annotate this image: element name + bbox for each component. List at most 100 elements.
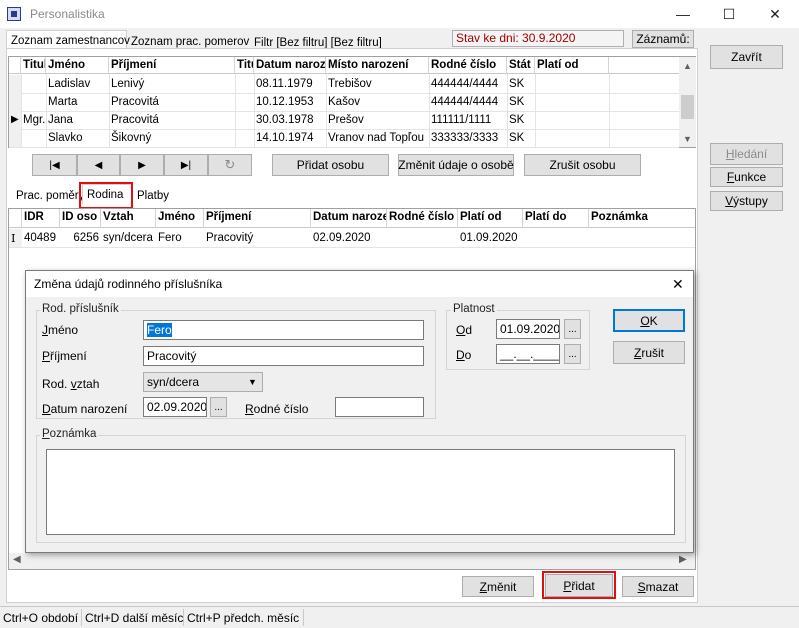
employee-cell-titul[interactable]: [21, 75, 46, 93]
col-prijmeni[interactable]: Příjmení: [109, 57, 235, 74]
zaznamu-button[interactable]: Záznamů:: [632, 30, 694, 48]
edit-person-button[interactable]: Změnit údaje o osobě: [398, 154, 514, 176]
col-family-do[interactable]: Platí do: [523, 209, 589, 228]
scroll-up-icon[interactable]: ▲: [679, 57, 696, 74]
employee-cell-plati[interactable]: [535, 93, 609, 111]
col-rc[interactable]: Rodné číslo: [429, 57, 507, 74]
zavrit-button[interactable]: Zavřít: [710, 45, 783, 69]
employee-cell-plati[interactable]: [535, 111, 609, 129]
col-jmeno[interactable]: Jméno: [46, 57, 109, 74]
col-family-poznamka[interactable]: Poznámka: [589, 209, 695, 228]
employee-cell-jmeno[interactable]: Jana: [46, 111, 109, 129]
nav-next-button[interactable]: ▶: [120, 154, 164, 176]
cancel-person-button[interactable]: Zrušit osobu: [524, 154, 641, 176]
do-field[interactable]: __.__.____: [496, 344, 560, 364]
employee-cell-indicator[interactable]: [9, 129, 21, 147]
scroll-thumb[interactable]: [681, 95, 694, 119]
employee-cell-titul[interactable]: Mgr.: [21, 111, 46, 129]
employees-grid[interactable]: Titul Jméno Příjmení Titul Datum narozen…: [8, 56, 696, 148]
employee-cell-datum[interactable]: 14.10.1974: [254, 129, 326, 147]
employee-cell-jmeno[interactable]: Marta: [46, 93, 109, 111]
employee-cell-indicator[interactable]: [9, 75, 21, 93]
rc-field[interactable]: [335, 397, 424, 417]
poznamka-textarea[interactable]: [46, 449, 675, 535]
employee-cell-prijmeni[interactable]: Šikovný: [109, 129, 235, 147]
ok-button[interactable]: OK: [613, 309, 685, 332]
prijmeni-field[interactable]: Pracovitý: [143, 346, 424, 366]
employee-cell-titul2[interactable]: [235, 111, 254, 129]
employee-cell-prijmeni[interactable]: Lenivý: [109, 75, 235, 93]
family-cell-idr[interactable]: 40489: [22, 229, 60, 247]
od-picker-button[interactable]: ...: [564, 319, 581, 339]
col-plati[interactable]: Platí od: [535, 57, 609, 74]
scroll-right-icon[interactable]: ▶: [679, 554, 687, 565]
od-field[interactable]: 01.09.2020: [496, 319, 560, 339]
nav-last-button[interactable]: ▶|: [164, 154, 208, 176]
tab-platby[interactable]: Platby: [133, 186, 173, 206]
maximize-button[interactable]: ☐: [706, 0, 752, 28]
dialog-cancel-button[interactable]: Zrušit: [613, 341, 685, 364]
col-family-datum[interactable]: Datum narození: [311, 209, 387, 228]
employee-cell-plati[interactable]: [535, 129, 609, 147]
refresh-icon[interactable]: ↻: [208, 154, 252, 176]
employee-cell-rc[interactable]: 333333/3333: [429, 129, 507, 147]
vystupy-button[interactable]: Výstupy: [710, 191, 783, 211]
col-family-rc[interactable]: Rodné číslo: [387, 209, 458, 228]
employee-cell-titul[interactable]: [21, 129, 46, 147]
family-cell-od[interactable]: 01.09.2020: [458, 229, 523, 247]
family-cell-vztah[interactable]: syn/dcera: [101, 229, 156, 247]
jmeno-field[interactable]: Fero: [143, 320, 424, 340]
family-cell-jmeno[interactable]: Fero: [156, 229, 204, 247]
employee-cell-misto[interactable]: Vranov nad Topľou: [326, 129, 429, 147]
do-picker-button[interactable]: ...: [564, 344, 581, 364]
employee-cell-titul2[interactable]: [235, 75, 254, 93]
col-misto[interactable]: Místo narození: [326, 57, 429, 74]
nav-first-button[interactable]: |◀: [32, 154, 77, 176]
employee-cell-misto[interactable]: Kašov: [326, 93, 429, 111]
employee-cell-prijmeni[interactable]: Pracovitá: [109, 111, 235, 129]
employee-cell-indicator[interactable]: [9, 93, 21, 111]
col-family-jmeno[interactable]: Jméno: [156, 209, 204, 228]
family-cell-datum[interactable]: 02.09.2020: [311, 229, 387, 247]
family-cell-do[interactable]: [523, 229, 589, 247]
col-family-prijmeni[interactable]: Příjmení: [204, 209, 311, 228]
employee-cell-misto[interactable]: Trebišov: [326, 75, 429, 93]
zmenit-button[interactable]: Změnit: [462, 576, 534, 597]
employee-cell-stat[interactable]: SK: [507, 75, 535, 93]
family-cell-rc[interactable]: [387, 229, 458, 247]
employee-cell-rc[interactable]: 444444/4444: [429, 93, 507, 111]
employee-cell-rc[interactable]: 444444/4444: [429, 75, 507, 93]
family-cell-idoso[interactable]: 6256: [60, 229, 101, 247]
employee-cell-datum[interactable]: 08.11.1979: [254, 75, 326, 93]
employee-cell-rc[interactable]: 111111/1111: [429, 111, 507, 129]
employees-scrollbar[interactable]: ▲ ▼: [679, 57, 696, 147]
col-idr[interactable]: IDR: [22, 209, 60, 228]
scroll-down-icon[interactable]: ▼: [679, 130, 696, 147]
employee-cell-jmeno[interactable]: Ladislav: [46, 75, 109, 93]
tab-prac-pomery[interactable]: Prac. poměry: [12, 186, 88, 206]
employee-cell-titul[interactable]: [21, 93, 46, 111]
employee-cell-indicator[interactable]: ▶: [9, 111, 21, 129]
col-datum[interactable]: Datum narození: [254, 57, 326, 74]
minimize-button[interactable]: —: [660, 0, 706, 28]
employee-cell-datum[interactable]: 30.03.1978: [254, 111, 326, 129]
col-vztah[interactable]: Vztah: [101, 209, 156, 228]
family-hscrollbar[interactable]: ◀ ▶: [9, 553, 695, 569]
employee-cell-jmeno[interactable]: Slavko: [46, 129, 109, 147]
vztah-select[interactable]: syn/dcera ▼: [143, 372, 263, 392]
hledani-button[interactable]: Hledání: [710, 143, 783, 165]
datum-picker-button[interactable]: ...: [210, 397, 227, 417]
col-titul2[interactable]: Titul: [235, 57, 254, 74]
col-family-od[interactable]: Platí od: [458, 209, 523, 228]
col-titul[interactable]: Titul: [21, 57, 46, 74]
scroll-left-icon[interactable]: ◀: [13, 554, 21, 565]
employee-cell-titul2[interactable]: [235, 93, 254, 111]
datum-field[interactable]: 02.09.2020: [143, 397, 207, 417]
nav-prev-button[interactable]: ◀: [77, 154, 120, 176]
employee-cell-prijmeni[interactable]: Pracovitá: [109, 93, 235, 111]
col-stat[interactable]: Stát: [507, 57, 535, 74]
family-cell-pozn[interactable]: [589, 229, 695, 247]
family-cell-indicator[interactable]: I: [9, 229, 22, 247]
employee-cell-misto[interactable]: Prešov: [326, 111, 429, 129]
employee-cell-plati[interactable]: [535, 75, 609, 93]
